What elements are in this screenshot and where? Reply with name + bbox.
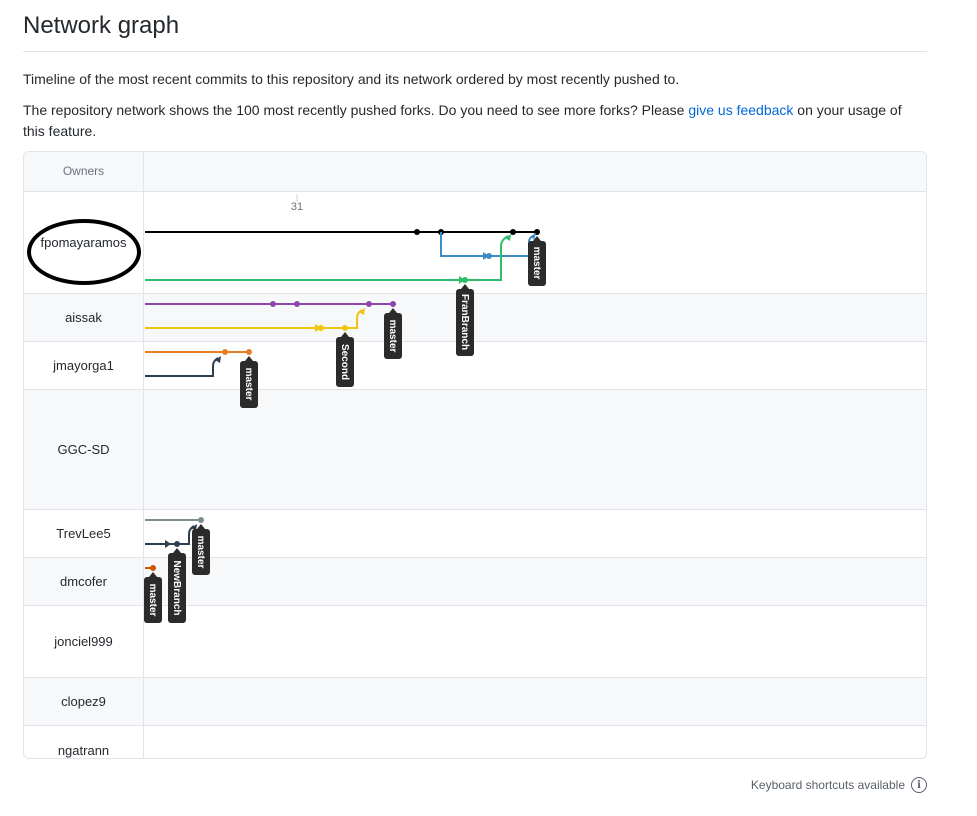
keyboard-shortcuts-text: Keyboard shortcuts available — [750, 778, 905, 792]
commit-dot[interactable] — [222, 349, 228, 355]
commit-dot[interactable] — [318, 325, 324, 331]
commit-dot[interactable] — [294, 301, 300, 307]
commit-dot[interactable] — [246, 349, 252, 355]
branch-label-second[interactable]: Second — [336, 332, 354, 387]
page-title: Network graph — [23, 12, 180, 39]
commit-dot[interactable] — [366, 301, 372, 307]
branch-label-master-aissak[interactable]: master — [384, 308, 402, 359]
merge-arrow-yellow — [345, 309, 363, 329]
commit-dot[interactable] — [390, 301, 396, 307]
arrow-head — [359, 308, 365, 315]
branch-label-text: master — [147, 584, 158, 617]
branch-label-franbranch[interactable]: FranBranch — [456, 284, 474, 356]
network-graph-page: Network graph Timeline of the most recen… — [0, 0, 977, 816]
arrow-head — [165, 540, 171, 548]
branch-line-blue — [440, 232, 489, 257]
network-description: The repository network shows the 100 mos… — [23, 100, 927, 142]
branch-label-text: master — [531, 247, 542, 280]
commit-graph-canvas[interactable]: 31 master FranBranch master Second maste… — [24, 152, 927, 759]
merge-arrow-green — [465, 235, 509, 281]
keyboard-shortcuts-notice[interactable]: Keyboard shortcuts available i — [751, 777, 927, 793]
commit-dot[interactable] — [486, 253, 492, 259]
branch-label-master-jmayorga1[interactable]: master — [240, 356, 258, 408]
arrow-head — [505, 234, 511, 241]
branch-label-master-dmcofer[interactable]: master — [144, 572, 162, 623]
merge-arrow-navy — [145, 357, 219, 377]
commit-dot[interactable] — [270, 301, 276, 307]
timeline-description: Timeline of the most recent commits to t… — [23, 71, 680, 87]
branch-label-text: master — [243, 368, 254, 401]
arrow-head — [215, 356, 221, 363]
network-description-text: The repository network shows the 100 mos… — [23, 102, 689, 118]
commit-dot[interactable] — [198, 517, 204, 523]
info-icon[interactable]: i — [911, 777, 927, 793]
commit-dot[interactable] — [150, 565, 156, 571]
date-tick-label: 31 — [291, 201, 303, 213]
merge-arrow-navy — [177, 525, 195, 545]
branch-label-master-fpomayaramos[interactable]: master — [528, 236, 546, 286]
branch-label-text: FranBranch — [459, 294, 470, 350]
branch-label-master-trevlee5[interactable]: master — [192, 524, 210, 575]
branch-label-newbranch[interactable]: NewBranch — [168, 548, 186, 623]
branch-label-text: master — [387, 320, 398, 353]
network-graph[interactable]: Owners fpomayaramos aissak jmayorga1 GGC… — [23, 151, 927, 759]
commit-dot[interactable] — [414, 229, 420, 235]
title-divider — [23, 51, 927, 52]
branch-label-text: master — [195, 536, 206, 569]
give-feedback-link[interactable]: give us feedback — [688, 102, 793, 118]
branch-label-text: Second — [339, 344, 350, 380]
branch-label-text: NewBranch — [171, 560, 182, 615]
